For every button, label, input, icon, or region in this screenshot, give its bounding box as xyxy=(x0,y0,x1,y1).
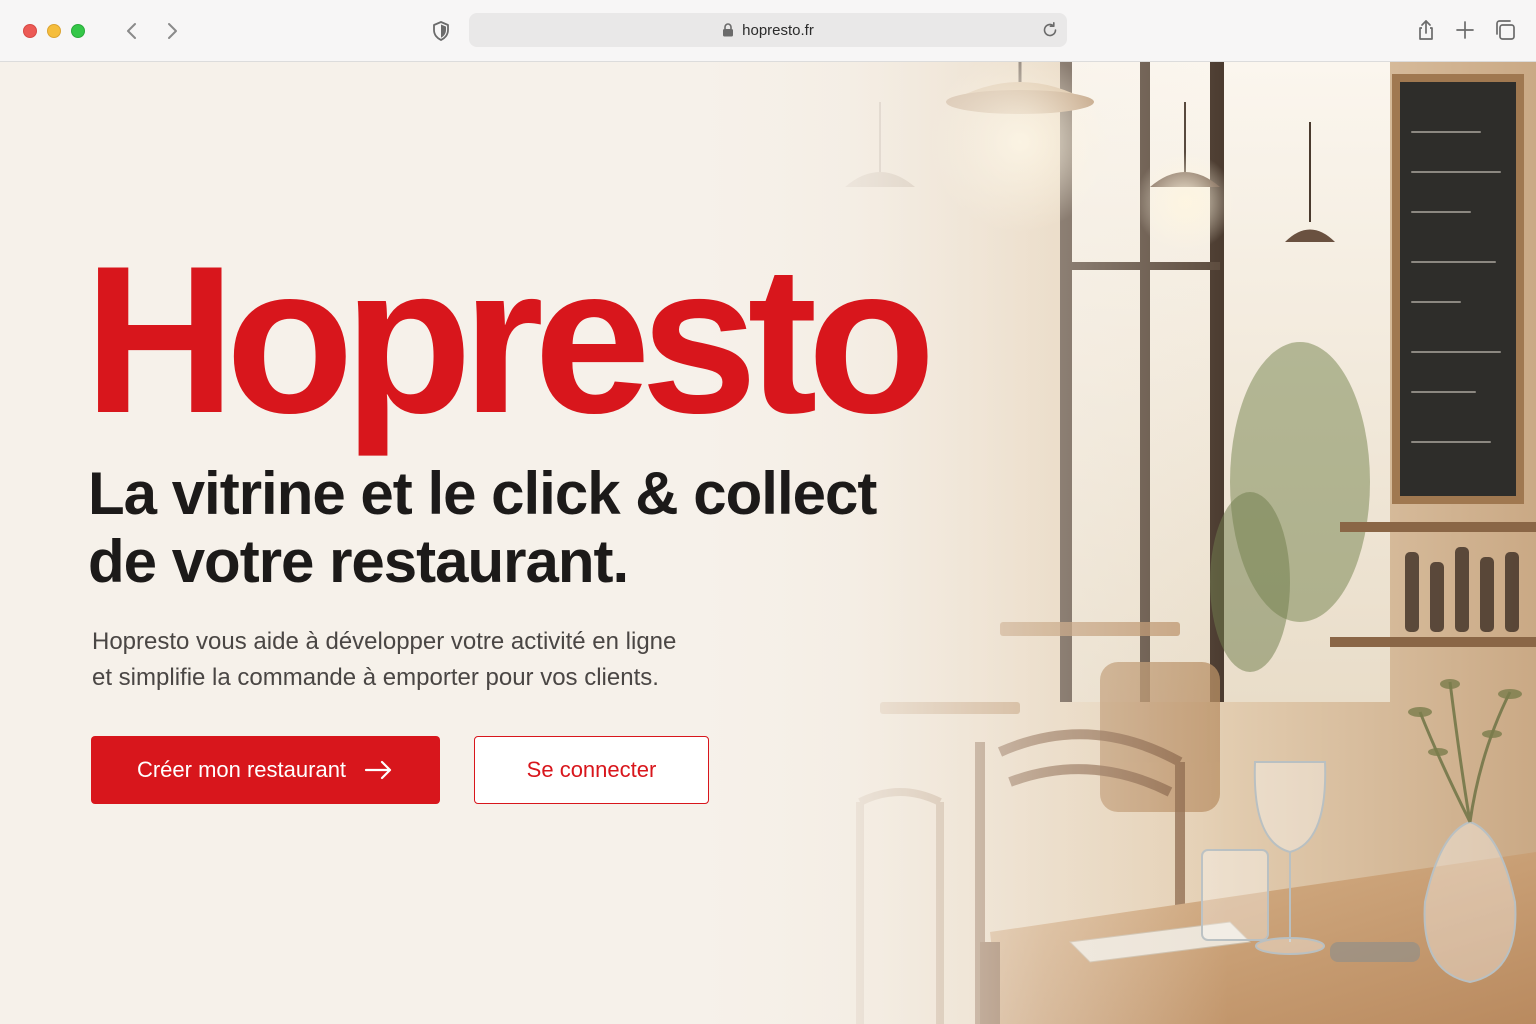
create-restaurant-button-label: Créer mon restaurant xyxy=(136,757,347,782)
reload-icon[interactable] xyxy=(1041,21,1059,39)
hero-description: Hopresto vous aide à développer votre ac… xyxy=(92,624,792,696)
hero-section: Hopresto La vitrine et le click & collec… xyxy=(0,62,1536,1024)
login-button-label: Se connecter xyxy=(526,757,657,782)
login-button[interactable]: Se connecter xyxy=(474,736,709,804)
lock-icon xyxy=(723,23,734,37)
chevron-right-icon[interactable] xyxy=(161,20,183,42)
address-bar[interactable]: hopresto.fr xyxy=(469,13,1067,47)
brand-title: Hopresto xyxy=(84,222,936,457)
hero-headline-line: La vitrine et le click & collect xyxy=(88,460,877,527)
shield-icon[interactable] xyxy=(430,20,452,42)
browser-toolbar: hopresto.fr xyxy=(0,0,1536,62)
maximize-window-button[interactable] xyxy=(71,24,85,38)
create-restaurant-button[interactable]: Créer mon restaurant xyxy=(91,736,440,804)
url-text: hopresto.fr xyxy=(742,21,814,39)
arrow-right-icon xyxy=(364,760,392,780)
hero-headline-line: de votre restaurant. xyxy=(88,528,629,595)
chevron-left-icon[interactable] xyxy=(121,20,143,42)
close-window-button[interactable] xyxy=(23,24,37,38)
hero-description-line: et simplifie la commande à emporter pour… xyxy=(92,664,659,691)
share-icon[interactable] xyxy=(1414,18,1438,42)
plus-icon[interactable] xyxy=(1453,18,1477,42)
hero-headline: La vitrine et le click & collect de votr… xyxy=(88,460,988,596)
minimize-window-button[interactable] xyxy=(47,24,61,38)
tabs-icon[interactable] xyxy=(1493,18,1517,42)
hero-description-line: Hopresto vous aide à développer votre ac… xyxy=(92,628,677,655)
